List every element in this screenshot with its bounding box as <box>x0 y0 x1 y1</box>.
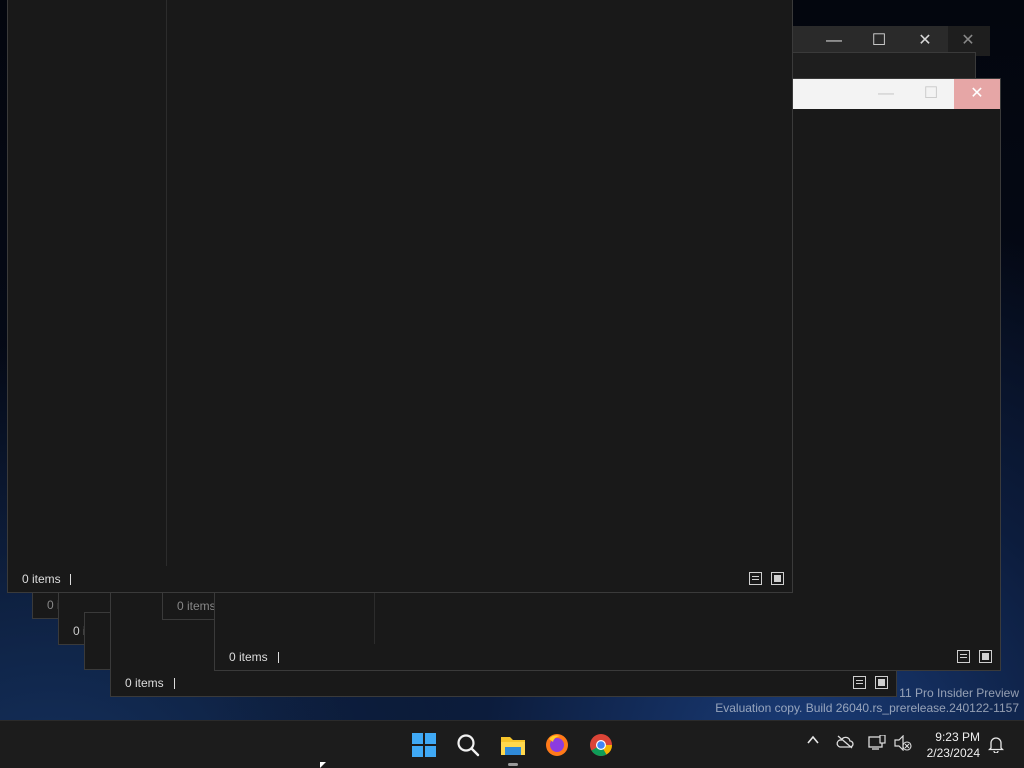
active-app-indicator <box>508 763 518 766</box>
watermark-build: Evaluation copy. Build 26040.rs_prerelea… <box>715 701 1019 715</box>
status-separator <box>278 652 279 663</box>
search-icon <box>457 734 480 757</box>
onedrive-tray[interactable] <box>836 735 854 753</box>
network-tray[interactable] <box>868 734 886 755</box>
item-count: 0 items <box>22 572 61 586</box>
volume-muted-icon <box>894 734 912 752</box>
chrome-button[interactable] <box>585 729 617 761</box>
show-hidden-icons-button[interactable] <box>806 733 820 751</box>
windows-logo-icon <box>412 733 436 757</box>
bell-icon <box>987 737 1005 754</box>
close-button[interactable]: ✕ <box>954 79 1000 109</box>
firefox-icon <box>546 734 568 756</box>
details-view-icon[interactable] <box>853 676 866 689</box>
details-view-icon[interactable] <box>749 572 762 585</box>
status-bar: 0 items <box>111 670 896 696</box>
maximize-button[interactable]: ☐ <box>908 79 954 109</box>
navigation-pane-divider <box>166 0 167 566</box>
clock[interactable]: 9:23 PM 2/23/2024 <box>927 729 980 761</box>
clock-date: 2/23/2024 <box>926 746 980 760</box>
folder-icon <box>501 737 525 755</box>
minimize-button[interactable]: — <box>863 79 909 109</box>
status-separator <box>70 574 71 585</box>
chrome-icon <box>590 734 612 756</box>
status-bar: 0 items <box>215 644 1000 670</box>
network-icon <box>868 734 886 750</box>
status-separator <box>174 678 175 689</box>
status-bar: 0 items <box>8 566 792 592</box>
explorer-window-front[interactable]: 0 items <box>7 0 793 593</box>
chevron-up-icon <box>807 735 819 744</box>
volume-tray[interactable] <box>894 734 912 755</box>
large-icons-view-icon[interactable] <box>979 650 992 663</box>
firefox-button[interactable] <box>541 729 573 761</box>
watermark-edition: 11 Pro Insider Preview <box>899 686 1019 700</box>
start-button[interactable] <box>408 729 440 761</box>
item-count: 0 items <box>229 650 268 664</box>
item-count: 0 items <box>125 676 164 690</box>
details-view-icon[interactable] <box>957 650 970 663</box>
item-count: 0 items <box>177 599 216 613</box>
cloud-off-icon <box>836 735 854 749</box>
mouse-cursor <box>320 762 326 768</box>
clock-time: 9:23 PM <box>935 730 980 744</box>
search-button[interactable] <box>452 729 484 761</box>
notifications-button[interactable] <box>987 735 1005 757</box>
right-window-caption: — ☐ ✕ <box>792 79 1000 109</box>
large-icons-view-icon[interactable] <box>771 572 784 585</box>
taskbar: 9:23 PM 2/23/2024 <box>0 720 1024 768</box>
file-explorer-button[interactable] <box>497 729 529 761</box>
large-icons-view-icon[interactable] <box>875 676 888 689</box>
